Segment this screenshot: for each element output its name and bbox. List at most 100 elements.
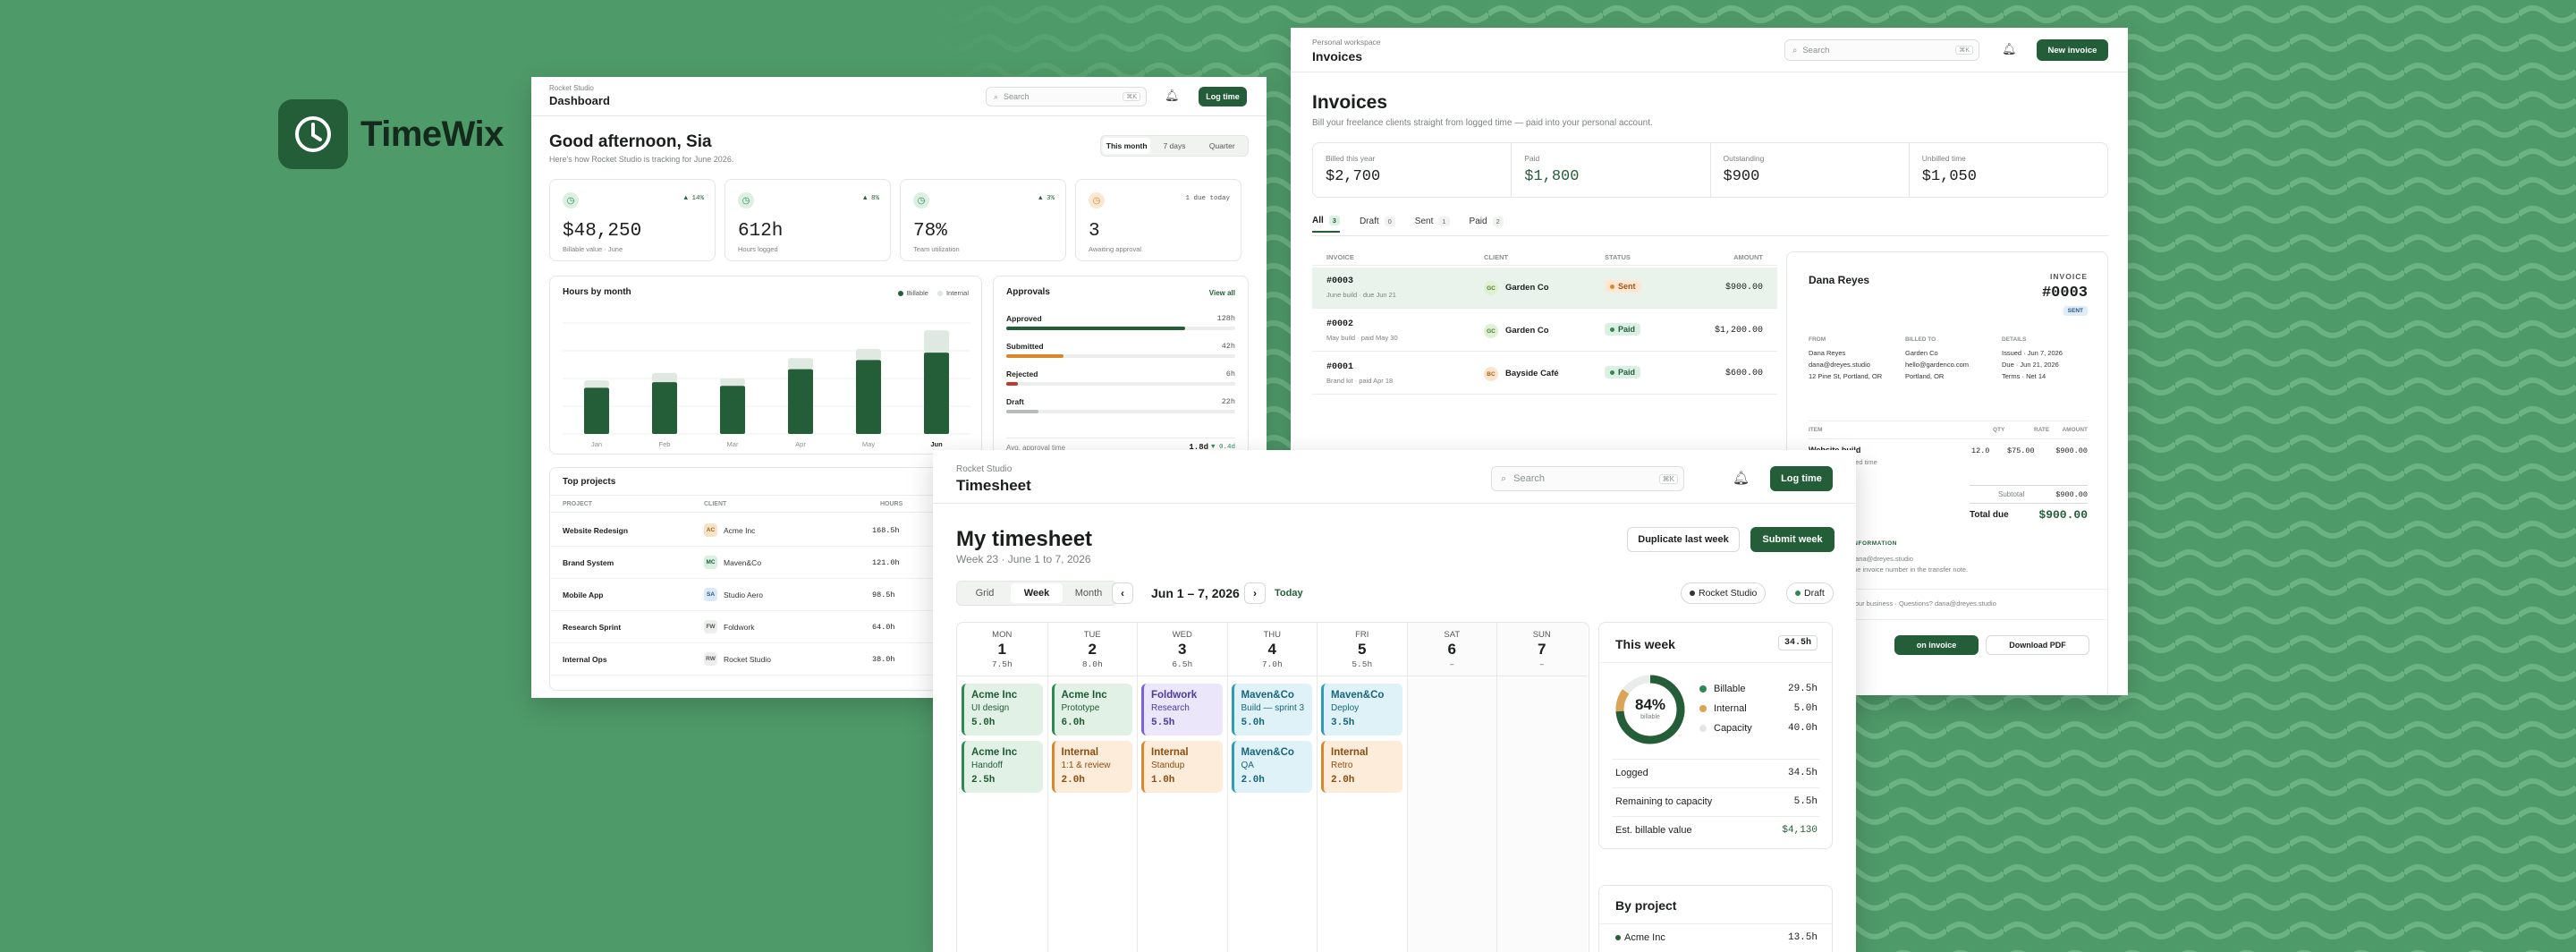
date-range: Jun 1 – 7, 2026: [1151, 586, 1240, 600]
range-this-month[interactable]: This month: [1103, 138, 1151, 154]
timesheet-heading: My timesheet: [956, 527, 1093, 551]
project-hours: 168.5h: [872, 525, 900, 535]
approvals-title: Approvals: [1006, 287, 1050, 297]
kpi-card: ◷ 1 due today 3 Awaiting approval: [1075, 179, 1241, 261]
day-number: 1: [997, 641, 1006, 658]
legend-swatch-internal: [936, 290, 943, 296]
time-entry[interactable]: Acme Inc UI design 5.0h: [962, 684, 1043, 735]
download-pdf-button[interactable]: Download PDF: [1986, 635, 2089, 655]
bar-internal: [584, 380, 609, 388]
entry-hours: 5.0h: [1241, 717, 1265, 728]
bell-icon[interactable]: 🔔︎: [2002, 42, 2017, 56]
submit-week-button[interactable]: Submit week: [1750, 527, 1835, 552]
bar-billable: [652, 382, 677, 434]
invoice-number: #0003: [1326, 276, 1354, 286]
legend-value: 5.0h: [1793, 703, 1818, 714]
day-number: 6: [1447, 641, 1456, 658]
day-of-week: FRI: [1355, 630, 1369, 640]
day-of-week: MON: [992, 630, 1013, 640]
log-time-button[interactable]: Log time: [1199, 87, 1247, 106]
status-badge: Paid: [1605, 366, 1641, 378]
client-name: Rocket Studio: [724, 654, 771, 664]
kpi-icon: ◷: [913, 192, 929, 208]
day-hours: 6.5h: [1172, 659, 1193, 669]
stat-value: $900: [1723, 168, 1760, 185]
bell-icon[interactable]: 🔔︎: [1733, 470, 1750, 486]
payment-info-heading: INFORMATION: [1852, 540, 1897, 547]
tab-paid[interactable]: Paid 2: [1470, 216, 1504, 233]
status-dot: [1610, 284, 1614, 289]
view-month[interactable]: Month: [1063, 588, 1114, 599]
project-name: Research Sprint: [563, 622, 622, 632]
tab-count: 2: [1492, 217, 1504, 226]
tab-all[interactable]: All 3: [1312, 216, 1340, 233]
clock-icon: [278, 99, 348, 169]
approval-bar: [1006, 354, 1235, 358]
tab-count: 3: [1328, 216, 1340, 225]
project-name: Brand System: [563, 557, 614, 567]
stat-label: Unbilled time: [1921, 154, 1966, 163]
tab-draft[interactable]: Draft 0: [1360, 216, 1395, 233]
tab-sent[interactable]: Sent 1: [1415, 216, 1450, 233]
entry-hours: 2.0h: [1331, 774, 1355, 786]
page-title: Dashboard: [549, 94, 610, 107]
approval-label: Submitted: [1006, 342, 1044, 351]
time-entry[interactable]: Internal Retro 2.0h: [1321, 741, 1402, 793]
entry-client: Acme Inc: [971, 690, 1018, 701]
client-avatar: GC: [1484, 324, 1498, 338]
by-project-title: By project: [1615, 898, 1677, 913]
kpi-label: Hours logged: [738, 245, 778, 253]
approval-bar-fill: [1006, 354, 1063, 358]
bar-internal: [652, 372, 677, 383]
duplicate-last-week-button[interactable]: Duplicate last week: [1627, 527, 1740, 552]
time-entry[interactable]: Acme Inc Handoff 2.5h: [962, 741, 1043, 793]
invoice-row[interactable]: #0001 Brand kit · paid Apr 18 BC Bayside Ca…: [1312, 353, 1777, 395]
detail-line: 12 Pine St, Portland, OR: [1809, 372, 1883, 380]
time-entry[interactable]: Maven&Co QA 2.0h: [1231, 741, 1312, 793]
search-input[interactable]: ⌕ Search ⌘K: [1784, 39, 1979, 61]
today-link[interactable]: Today: [1275, 588, 1303, 599]
search-input[interactable]: ⌕ Search ⌘K: [986, 87, 1147, 106]
time-entry[interactable]: Foldwork Research 5.5h: [1141, 684, 1223, 735]
new-invoice-button[interactable]: New invoice: [2037, 39, 2108, 61]
workspace-name: Personal workspace: [1312, 38, 1381, 47]
brand-logo: TimeWix: [278, 99, 504, 169]
invoice-footer: your business · Questions? dana@dreyes.s…: [1852, 599, 1996, 608]
time-entry[interactable]: Internal 1:1 & review 2.0h: [1051, 741, 1132, 793]
prev-week-button[interactable]: ‹: [1112, 582, 1133, 604]
kpi-icon: ◷: [1089, 192, 1105, 208]
invoice-amount: $900.00: [1724, 283, 1763, 293]
bar-internal: [856, 348, 881, 361]
next-week-button[interactable]: ›: [1244, 582, 1266, 604]
workspace-chip[interactable]: Rocket Studio: [1681, 582, 1767, 604]
send-invoice-button[interactable]: on invoice: [1894, 635, 1979, 655]
search-icon: ⌕: [994, 91, 999, 101]
invoice-row[interactable]: #0003 June build · due Jun 21 GC Garden Co S…: [1312, 268, 1777, 309]
time-entry[interactable]: Maven&Co Build — sprint 3 5.0h: [1231, 684, 1312, 735]
time-entry[interactable]: Internal Standup 1.0h: [1141, 741, 1223, 793]
view-all-link[interactable]: View all: [1209, 289, 1235, 297]
log-time-button[interactable]: Log time: [1770, 466, 1833, 491]
search-input[interactable]: ⌕ Search ⌘K: [1491, 466, 1684, 491]
view-grid[interactable]: Grid: [959, 588, 1011, 599]
invoice-row[interactable]: #0002 May build · paid May 30 GC Garden Co P…: [1312, 310, 1777, 352]
range-7-days[interactable]: 7 days: [1150, 141, 1198, 150]
greeting-subtitle: Here's how Rocket Studio is tracking for…: [549, 155, 734, 164]
invoice-stat: Unbilled time $1,050: [1908, 143, 2107, 197]
bar-billable: [924, 353, 949, 434]
kpi-delta: ▲ 3%: [1038, 195, 1055, 202]
time-entry[interactable]: Maven&Co Deploy 3.5h: [1321, 684, 1402, 735]
bell-icon[interactable]: 🔔︎: [1165, 89, 1180, 103]
kpi-card: ◷ ▲ 8% 612h Hours logged: [724, 179, 891, 261]
kpi-value: 78%: [913, 221, 947, 242]
entry-task: QA: [1241, 760, 1254, 770]
time-entry[interactable]: Acme Inc Prototype 6.0h: [1051, 684, 1132, 735]
donut-legend-item: Internal: [1699, 703, 1747, 714]
day-header: THU 4 7.0h: [1226, 623, 1317, 676]
detail-line: hello@gardenco.com: [1905, 361, 1969, 369]
range-quarter[interactable]: Quarter: [1199, 141, 1246, 150]
view-week[interactable]: Week: [1011, 583, 1063, 603]
invoice-list-header: INVOICE CLIENT STATUS AMOUNT: [1312, 250, 1777, 266]
invoice-tabs: All 3 Draft 0 Sent 1 Paid 2: [1312, 216, 1523, 233]
client-name: Maven&Co: [724, 557, 762, 567]
